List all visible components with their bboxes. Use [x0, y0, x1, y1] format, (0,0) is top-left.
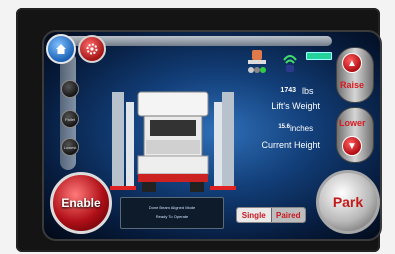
- side-button-pallet[interactable]: Pallet: [61, 110, 79, 128]
- side-button-1[interactable]: [61, 80, 79, 98]
- park-label: Park: [332, 194, 364, 210]
- current-height-label: Current Height: [261, 140, 320, 150]
- current-height-value: 15.6: [278, 124, 290, 130]
- wifi-icon: [283, 55, 297, 72]
- single-paired-toggle[interactable]: Single Paired: [236, 207, 306, 223]
- home-icon: [56, 44, 66, 54]
- status-line-1: Done Beam Aligned Mode: [148, 205, 196, 210]
- truck-on-lift-image: [110, 91, 236, 192]
- side-button-lowest[interactable]: Lowest: [61, 138, 79, 156]
- lift-status-icon: [248, 50, 266, 73]
- up-arrow-icon: ▲: [342, 53, 362, 73]
- home-button[interactable]: [46, 34, 76, 64]
- single-option[interactable]: Single: [237, 208, 271, 222]
- status-line-2: Ready To Operate: [155, 214, 189, 219]
- battery-icon: [306, 52, 332, 60]
- enable-label: Enable: [61, 196, 101, 210]
- raise-label: Raise: [340, 80, 365, 90]
- side-button-lowest-label: Lowest: [63, 144, 77, 150]
- status-message-box: Done Beam Aligned Mode Ready To Operate: [120, 197, 224, 229]
- park-button[interactable]: Park: [316, 170, 380, 234]
- lower-label: Lower: [339, 118, 366, 128]
- enable-button[interactable]: Enable: [50, 172, 112, 234]
- gear-icon: [86, 43, 98, 55]
- side-button-pallet-label: Pallet: [64, 116, 75, 122]
- settings-button[interactable]: [78, 35, 106, 63]
- paired-option[interactable]: Paired: [270, 208, 305, 222]
- current-height-unit: inches: [290, 124, 314, 133]
- lift-weight-label: Lift's Weight: [271, 101, 320, 111]
- lift-weight-value: 1743: [280, 87, 296, 94]
- lift-weight-unit: lbs: [302, 86, 314, 96]
- down-arrow-icon: ▼: [342, 136, 362, 156]
